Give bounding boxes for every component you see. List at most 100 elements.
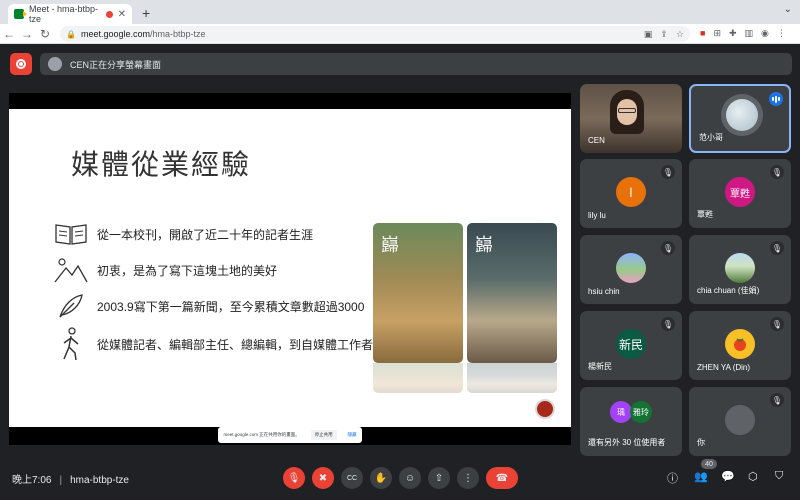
participant-video — [610, 90, 644, 134]
new-tab-button[interactable]: + — [142, 5, 150, 21]
presenter-banner: CEN正在分享螢幕畫面 — [40, 53, 792, 75]
participant-name: ZHEN YA (Din) — [697, 363, 751, 372]
profile-avatar-icon[interactable]: ◉ — [761, 28, 769, 39]
tab-meet[interactable]: Meet - hma-btbp-tze ✕ — [8, 4, 132, 24]
url-domain: meet.google.com — [80, 29, 151, 39]
mic-muted-icon: 🎙 — [661, 241, 675, 255]
meeting-info: 晚上7:06 | hma-btbp-tze — [12, 475, 129, 486]
avatar: 雅玲 — [630, 401, 652, 423]
raise-hand-button[interactable]: ✋ — [370, 467, 392, 489]
share-page-icon[interactable]: ⇪ — [660, 29, 668, 40]
extensions-puzzle-icon[interactable]: ✚ — [729, 28, 737, 39]
bookmark-star-icon[interactable]: ☆ — [676, 29, 684, 40]
image-reflection — [467, 363, 557, 393]
avatar: 瑀 — [610, 401, 632, 423]
tab-title: Meet - hma-btbp-tze — [29, 4, 99, 24]
tab-search-chevron-icon[interactable]: ⌄ — [784, 4, 792, 15]
host-controls-icon[interactable]: ⛉ — [775, 470, 783, 483]
participant-tile[interactable]: l 🎙 lily lu — [580, 159, 682, 228]
magazine-cover-image: 巋 — [373, 223, 463, 363]
participant-tile[interactable]: 新民 🎙 楊新民 — [580, 311, 682, 380]
mic-muted-icon: 🎙 — [770, 393, 784, 407]
avatar — [721, 94, 763, 136]
extension-red-icon[interactable]: ■ — [700, 28, 705, 39]
presenter-banner-text: CEN正在分享螢幕畫面 — [70, 59, 162, 70]
avatar: 覃甦 — [725, 177, 755, 207]
others-count-label: 還有另外 30 位使用者 — [588, 438, 666, 447]
participant-name: CEN — [588, 136, 605, 145]
chat-icon[interactable]: 💬 — [721, 470, 735, 483]
recording-button[interactable] — [10, 53, 32, 75]
avatar — [725, 405, 755, 435]
participant-name: lily lu — [588, 211, 606, 220]
meeting-code: hma-btbp-tze — [70, 475, 129, 486]
slide-bullet-text: 從一本校刊，開啟了近二十年的記者生涯 — [97, 227, 314, 242]
participant-tile[interactable]: 🎙 ZHEN YA (Din) — [689, 311, 791, 380]
participant-tile[interactable]: 范小哥 — [689, 84, 791, 153]
participant-name: 范小哥 — [699, 133, 723, 142]
side-panel-icon[interactable]: ▥ — [745, 28, 754, 39]
mountain-icon — [53, 255, 89, 285]
slide-bullet-text: 初衷，是為了寫下這塊土地的美好 — [97, 263, 278, 278]
people-icon[interactable]: 👥 — [694, 470, 708, 483]
meeting-details-icon[interactable]: ⓘ — [667, 470, 678, 486]
walking-person-icon — [53, 327, 89, 361]
magazine-masthead-image: 巋 — [475, 235, 493, 256]
mic-muted-icon: 🎙 — [770, 165, 784, 179]
mic-muted-icon: 🎙 — [661, 317, 675, 331]
browser-menu-icon[interactable]: ⋮ — [777, 28, 786, 39]
forward-button[interactable]: → — [18, 27, 36, 41]
extension-grid-icon[interactable]: ⊞ — [713, 28, 721, 39]
slide-bullet-text: 從媒體記者、編輯部主任、總編輯，到自媒體工作者 — [97, 337, 374, 352]
participant-count-badge: 40 — [701, 459, 717, 469]
close-tab-icon[interactable]: ✕ — [118, 9, 126, 20]
back-button[interactable]: ← — [0, 27, 18, 41]
present-screen-button[interactable]: ⇧ — [428, 467, 450, 489]
presenter-avatar — [48, 57, 62, 71]
self-tile[interactable]: 🎙 你 — [689, 387, 791, 456]
participant-tile[interactable]: CEN — [580, 84, 682, 153]
tomato-icon — [734, 338, 746, 351]
mic-toggle-button[interactable]: 🎙 — [283, 467, 305, 489]
screen-share-toast: meet.google.com 正在共用你的畫面。 停止共用 隱藏 — [218, 427, 362, 443]
address-bar[interactable]: 🔒 meet.google.com/hma-btbp-tze ▣ ⇪ ☆ — [60, 26, 690, 42]
meeting-time: 晚上7:06 — [12, 475, 52, 486]
leave-call-button[interactable]: ☎ — [486, 467, 518, 489]
camera-in-use-icon[interactable]: ▣ — [644, 29, 653, 40]
more-options-button[interactable]: ⋮ — [457, 467, 479, 489]
slide-bullet: 從媒體記者、編輯部主任、總編輯，到自媒體工作者 — [53, 327, 374, 361]
reload-button[interactable]: ↻ — [36, 27, 54, 41]
recording-dot-icon — [105, 10, 113, 18]
emoji-reactions-button[interactable]: ☺ — [399, 467, 421, 489]
hide-toast-button[interactable]: 隱藏 — [348, 432, 357, 438]
mic-muted-icon: 🎙 — [770, 241, 784, 255]
magazine-cover-image: 巋 — [467, 223, 557, 363]
participant-tile[interactable]: 覃甦 🎙 覃甦 — [689, 159, 791, 228]
meeting-controls-bar: 晚上7:06 | hma-btbp-tze 🎙 ✖ CC ✋ ☺ ⇧ ⋮ ☎ ⓘ 👥… — [0, 458, 800, 500]
shared-slide: 媒體從業經驗 從一本校刊，開啟了近二十年的記者生涯 初衷，是為了寫下這塊土地的美… — [9, 109, 571, 427]
participant-tile[interactable]: 🎙 chia chuan (佳娟) — [689, 235, 791, 304]
browser-toolbar: ← → ↻ 🔒 meet.google.com/hma-btbp-tze ▣ ⇪… — [0, 24, 800, 44]
image-reflection — [373, 363, 463, 393]
mic-muted-icon: 🎙 — [661, 165, 675, 179]
slide-bullet-text: 2003.9寫下第一篇新聞，至今累積文章數超過3000 — [97, 299, 365, 314]
participant-name: 你 — [697, 438, 705, 447]
share-toast-text: meet.google.com 正在共用你的畫面。 — [223, 432, 300, 437]
captions-button[interactable]: CC — [341, 467, 363, 489]
activities-icon[interactable]: ⬡ — [748, 470, 758, 483]
mic-muted-icon: 🎙 — [770, 317, 784, 331]
slide-logo — [535, 399, 555, 419]
magazine-masthead-image: 巋 — [381, 235, 399, 256]
lock-icon[interactable]: 🔒 — [66, 30, 76, 39]
slide-title: 媒體從業經驗 — [71, 148, 252, 181]
browser-tab-strip: Meet - hma-btbp-tze ✕ + ⌄ — [0, 0, 800, 24]
meet-favicon-icon — [14, 9, 27, 19]
stop-sharing-button[interactable]: 停止共用 — [310, 430, 337, 440]
participant-tile[interactable]: 🎙 hsiu chin — [580, 235, 682, 304]
url-path: /hma-btbp-tze — [150, 29, 206, 39]
presentation-stage[interactable]: 媒體從業經驗 從一本校刊，開啟了近二十年的記者生涯 初衷，是為了寫下這塊土地的美… — [9, 93, 571, 445]
others-tile[interactable]: 瑀 雅玲 還有另外 30 位使用者 — [580, 387, 682, 456]
meet-top-bar: CEN正在分享螢幕畫面 — [0, 44, 800, 84]
slide-bullet: 從一本校刊，開啟了近二十年的記者生涯 — [53, 219, 313, 249]
camera-toggle-button[interactable]: ✖ — [312, 467, 334, 489]
